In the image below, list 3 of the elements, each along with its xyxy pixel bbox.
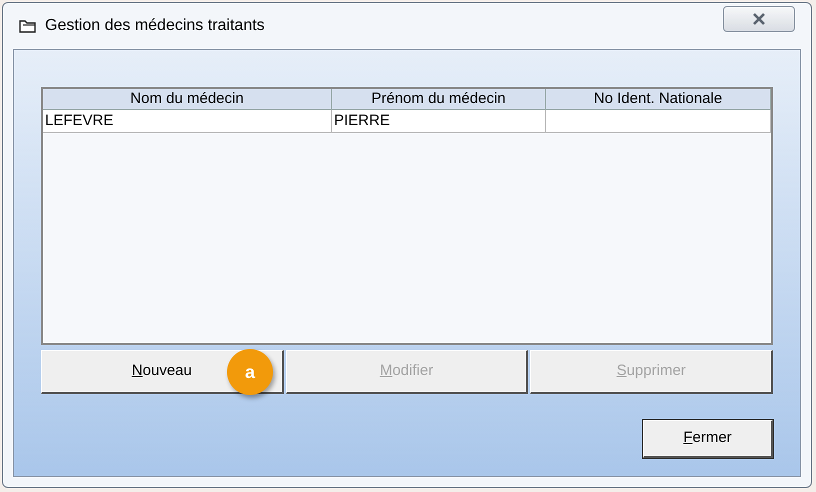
table-cell: LEFEVRE [43, 110, 332, 133]
window-title: Gestion des médecins traitants [45, 16, 265, 36]
table-cell: PIERRE [332, 110, 546, 133]
